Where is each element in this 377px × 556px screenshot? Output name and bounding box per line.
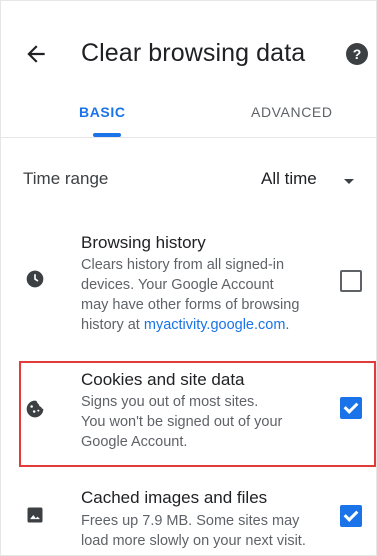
time-range-label: Time range [23, 169, 109, 188]
clear-browsing-data-screen: Clear browsing data ? BASIC ADVANCED Tim… [0, 0, 377, 556]
checkbox-browsing-history[interactable] [340, 270, 362, 292]
item-title-cookies: Cookies and site data [81, 370, 245, 389]
top-app-bar: Clear browsing data ? BASIC ADVANCED [1, 1, 376, 138]
time-range-select[interactable]: All time [261, 169, 317, 189]
item-desc-cached-images: Frees up 7.9 MB. Some sites may load mor… [81, 511, 316, 551]
page-title: Clear browsing data [81, 39, 306, 67]
image-icon [27, 507, 43, 523]
checkbox-cookies[interactable] [340, 397, 362, 419]
help-icon[interactable]: ? [346, 43, 368, 65]
dropdown-arrow-icon[interactable] [344, 179, 354, 184]
back-arrow-icon[interactable] [23, 41, 49, 67]
item-title-cached-images: Cached images and files [81, 488, 268, 507]
desc-line: You won't be signed out of your [81, 414, 283, 430]
item-desc-browsing-history: Clears history from all signed-in device… [81, 255, 316, 335]
item-desc-cookies: Signs you out of most sites. You won't b… [81, 392, 316, 452]
desc-line: may have other forms of browsing [81, 297, 300, 313]
desc-line: load more slowly on your next visit. [81, 533, 306, 549]
checkbox-cached-images[interactable] [340, 505, 362, 527]
tab-advanced[interactable]: ADVANCED [251, 104, 333, 120]
clock-icon [26, 270, 44, 288]
item-title-browsing-history: Browsing history [81, 233, 206, 252]
desc-line: Signs you out of most sites. [81, 394, 259, 410]
desc-line: devices. Your Google Account [81, 277, 274, 293]
desc-line: Clears history from all signed-in [81, 257, 285, 273]
tab-basic[interactable]: BASIC [79, 104, 126, 120]
active-tab-indicator [93, 133, 121, 137]
desc-line: history at [81, 317, 144, 333]
time-range-row[interactable]: Time range All time [1, 151, 376, 211]
cookie-icon [26, 400, 44, 418]
myactivity-link[interactable]: myactivity.google.com [144, 317, 286, 333]
desc-line: Frees up 7.9 MB. Some sites may [81, 513, 300, 529]
desc-line: Google Account. [81, 434, 188, 450]
desc-line-end: . [285, 317, 290, 333]
